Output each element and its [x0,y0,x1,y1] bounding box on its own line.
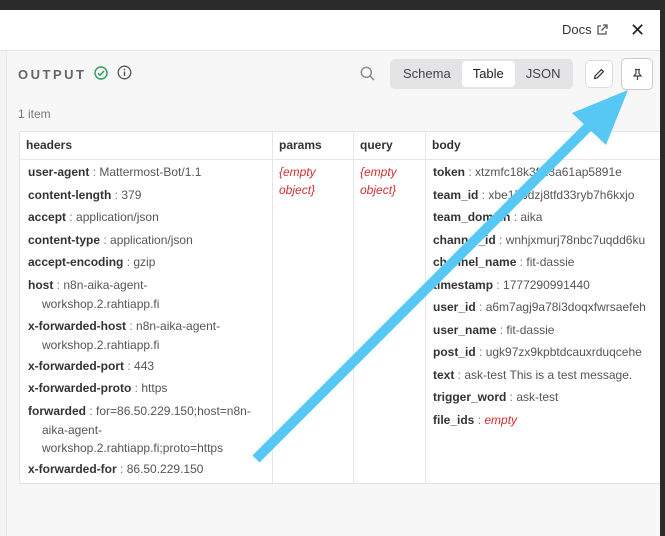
annotation-arrow-icon [252,90,628,463]
